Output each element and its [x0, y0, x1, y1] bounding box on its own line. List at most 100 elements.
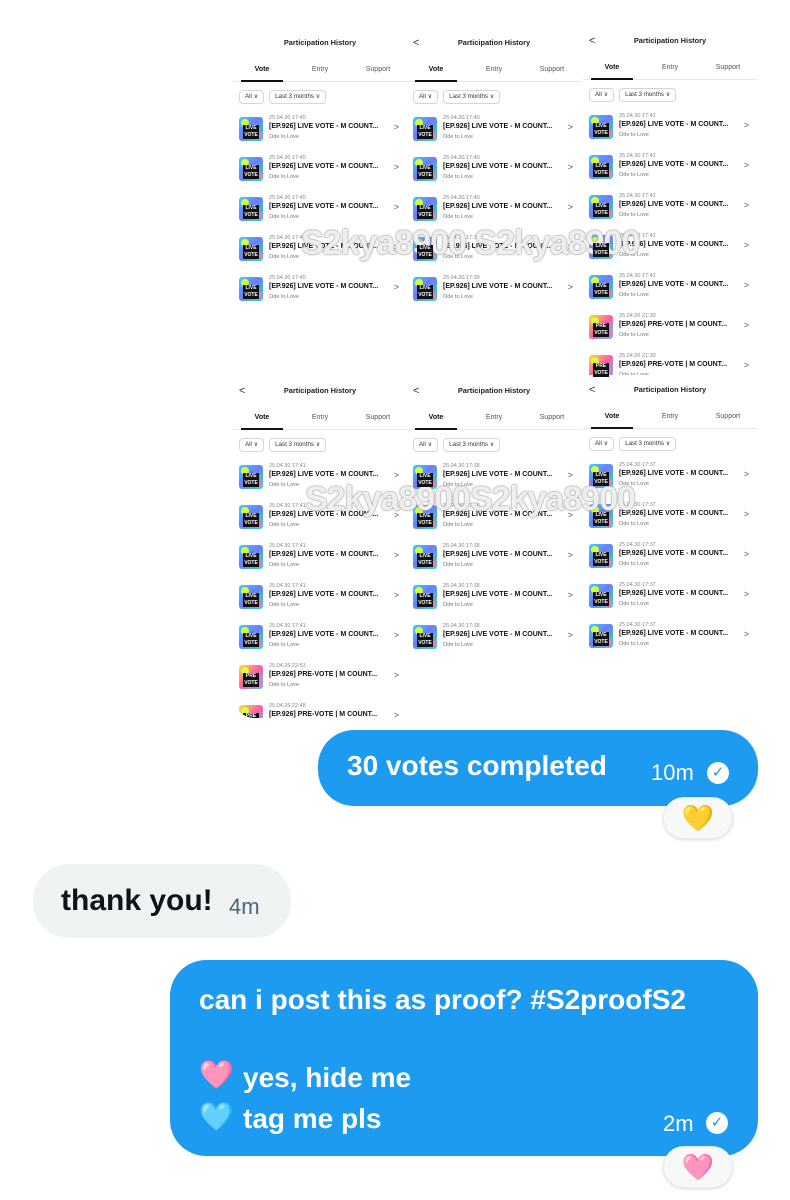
row-subtitle: Ode to Love — [619, 252, 649, 258]
tab-vote: Vote — [407, 406, 465, 430]
chevron-right-icon: > — [567, 242, 573, 252]
row-date: 25.04.30 17:40 — [443, 195, 480, 201]
vote-thumbnail: LIVE VOTE — [239, 585, 263, 609]
tab-vote: Vote — [233, 406, 291, 430]
tab-vote: Vote — [583, 56, 641, 80]
vote-thumbnail: LIVE VOTE — [413, 585, 437, 609]
chevron-right-icon: > — [567, 202, 573, 212]
panel-header: < Participation History — [233, 376, 407, 406]
vote-thumbnail: LIVE VOTE — [239, 237, 263, 261]
vote-thumbnail: LIVE VOTE — [413, 545, 437, 569]
thumbnail-label: LIVE VOTE — [243, 165, 259, 179]
back-arrow-icon: < — [239, 385, 246, 397]
history-row: LIVE VOTE 25.04.30 17:40 [EP.926] LIVE VOT… — [233, 230, 407, 270]
row-subtitle: Ode to Love — [269, 482, 299, 488]
thumbnail-label: LIVE VOTE — [417, 593, 433, 607]
back-arrow-icon: < — [413, 385, 420, 397]
thumbnail-label: LIVE VOTE — [417, 125, 433, 139]
tab-support: Support — [365, 414, 391, 421]
read-check-icon: ✓ — [706, 1112, 728, 1134]
thumbnail-label: LIVE VOTE — [417, 165, 433, 179]
thumbnail-label: LIVE VOTE — [243, 125, 259, 139]
reaction-badge[interactable]: 💛 — [663, 797, 733, 839]
row-subtitle: Ode to Love — [619, 561, 649, 567]
vote-thumbnail: LIVE VOTE — [413, 237, 437, 261]
thumbnail-label: PRE VOTE — [243, 713, 259, 718]
participation-history-panel: < Participation History Vote Entry Support Al… — [407, 28, 581, 308]
row-date: 25.04.26 22:53 — [269, 663, 306, 669]
thumbnail-label: LIVE VOTE — [417, 473, 433, 487]
row-title: [EP.926] LIVE VOTE - M COUNT... — [443, 551, 553, 558]
filter-all-chip: All ∨ — [239, 438, 265, 452]
row-title: [EP.926] LIVE VOTE - M COUNT... — [443, 471, 553, 478]
history-row: LIVE VOTE 25.04.30 17:42 [EP.926] LIVE VOT… — [583, 268, 757, 308]
thumbnail-label: LIVE VOTE — [417, 553, 433, 567]
thumbnail-label: LIVE VOTE — [417, 513, 433, 527]
panel-tabs: Vote Entry Support — [583, 405, 757, 429]
row-title: [EP.926] LIVE VOTE - M COUNT... — [443, 163, 553, 170]
row-date: 25.04.30 17:38 — [443, 503, 480, 509]
row-subtitle: Ode to Love — [269, 254, 299, 260]
reaction-badge[interactable]: 🩷 — [663, 1146, 733, 1188]
row-date: 25.04.26 21:30 — [619, 313, 656, 319]
row-subtitle: Ode to Love — [269, 294, 299, 300]
row-title: [EP.926] LIVE VOTE - M COUNT... — [619, 510, 729, 517]
panel-header: < Participation History — [407, 28, 581, 58]
row-subtitle: Ode to Love — [443, 294, 473, 300]
filter-all-chip: All ∨ — [413, 438, 439, 452]
sent-image-attachment[interactable]: Participation History Vote Entry Support All… — [233, 18, 760, 718]
chevron-right-icon: > — [393, 162, 399, 172]
panel-tabs: Vote Entry Support — [233, 406, 407, 430]
participation-history-panel: Participation History Vote Entry Support All… — [233, 28, 407, 308]
history-row: LIVE VOTE 25.04.30 17:40 [EP.926] LIVE VOT… — [233, 270, 407, 310]
filter-all-chip: All ∨ — [413, 90, 439, 104]
history-row: PRE VOTE 25.04.26 21:30 [EP.926] PRE-VOTE … — [583, 308, 757, 348]
row-title: [EP.926] LIVE VOTE - M COUNT... — [619, 470, 729, 477]
sent-message-bubble[interactable]: can i post this as proof? #S2proofS2 🩷 y… — [170, 960, 758, 1156]
chevron-right-icon: > — [743, 629, 749, 639]
tab-entry: Entry — [485, 414, 503, 421]
chevron-right-icon: > — [743, 200, 749, 210]
row-title: [EP.926] LIVE VOTE - M COUNT... — [619, 121, 729, 128]
row-title: [EP.926] LIVE VOTE - M COUNT... — [269, 551, 379, 558]
row-date: 25.04.30 17:40 — [269, 155, 306, 161]
yellow-heart-icon: 💛 — [681, 803, 715, 833]
panel-tabs: Vote Entry Support — [233, 58, 407, 82]
row-date: 25.04.30 17:40 — [269, 115, 306, 121]
row-title: [EP.926] LIVE VOTE - M COUNT... — [443, 203, 553, 210]
participation-history-panel: < Participation History Vote Entry Support Al… — [583, 375, 757, 655]
thumbnail-label: LIVE VOTE — [417, 245, 433, 259]
tab-entry: Entry — [661, 64, 679, 71]
row-date: 25.04.30 17:37 — [619, 542, 656, 548]
chevron-right-icon: > — [743, 160, 749, 170]
participation-history-panel: < Participation History Vote Entry Support Al… — [233, 376, 407, 718]
row-title: [EP.926] LIVE VOTE - M COUNT... — [619, 161, 729, 168]
row-subtitle: Ode to Love — [619, 332, 649, 338]
row-subtitle: Ode to Love — [619, 292, 649, 298]
row-title: [EP.926] LIVE VOTE - M COUNT... — [269, 123, 379, 130]
row-date: 25.04.30 17:42 — [619, 153, 656, 159]
sent-message-bubble[interactable]: 30 votes completed 10m ✓ — [318, 730, 758, 806]
row-subtitle: Ode to Love — [619, 481, 649, 487]
received-message-bubble[interactable]: thank you! 4m — [33, 864, 291, 938]
thumbnail-label: LIVE VOTE — [243, 473, 259, 487]
row-date: 25.04.30 17:41 — [269, 543, 306, 549]
row-title: [EP.926] LIVE VOTE - M COUNT... — [619, 241, 729, 248]
row-date: 25.04.26 21:30 — [619, 353, 656, 359]
row-title: [EP.926] LIVE VOTE - M COUNT... — [619, 201, 729, 208]
tab-support: Support — [365, 66, 391, 73]
history-row: LIVE VOTE 25.04.30 17:41 [EP.926] LIVE VOT… — [233, 458, 407, 498]
row-date: 25.04.30 17:39 — [443, 275, 480, 281]
row-subtitle: Ode to Love — [443, 562, 473, 568]
thumbnail-label: LIVE VOTE — [593, 123, 609, 137]
vote-thumbnail: LIVE VOTE — [413, 625, 437, 649]
thumbnail-label: LIVE VOTE — [417, 205, 433, 219]
vote-thumbnail: LIVE VOTE — [589, 195, 613, 219]
thumbnail-label: PRE VOTE — [593, 363, 609, 377]
chevron-right-icon: > — [393, 670, 399, 680]
row-title: [EP.926] LIVE VOTE - M COUNT... — [269, 591, 379, 598]
row-title: [EP.926] LIVE VOTE - M COUNT... — [269, 283, 379, 290]
history-row: LIVE VOTE 25.04.30 17:40 [EP.926] LIVE VOT… — [407, 190, 581, 230]
panel-title: Participation History — [633, 385, 707, 394]
row-subtitle: Ode to Love — [619, 172, 649, 178]
